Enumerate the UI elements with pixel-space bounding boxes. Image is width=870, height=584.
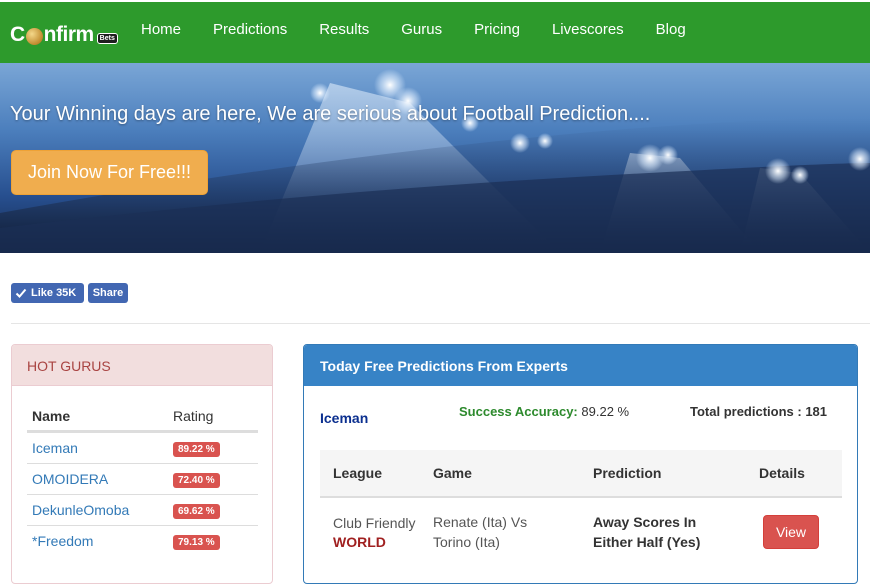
total-predictions: Total predictions : 181 bbox=[690, 404, 828, 419]
accuracy-label: Success Accuracy: bbox=[459, 404, 578, 419]
hero-title: Your Winning days are here, We are serio… bbox=[10, 103, 651, 125]
nav-predictions[interactable]: Predictions bbox=[197, 2, 303, 65]
guru-name-link[interactable]: *Freedom bbox=[27, 533, 173, 549]
rating-badge: 89.22 % bbox=[173, 442, 220, 457]
free-predictions-panel: Today Free Predictions From Experts Icem… bbox=[303, 344, 858, 584]
brand-logo[interactable]: C nfirm Bets bbox=[10, 22, 118, 48]
nav-livescores[interactable]: Livescores bbox=[536, 2, 640, 65]
rating-badge: 69.62 % bbox=[173, 504, 220, 519]
prediction-line-2: Either Half (Yes) bbox=[593, 534, 701, 550]
nav-home[interactable]: Home bbox=[125, 2, 197, 65]
section-divider bbox=[11, 323, 870, 324]
hot-gurus-panel: HOT GURUS Name Rating Iceman 89.22 % OMO… bbox=[11, 344, 273, 584]
hero-banner: Your Winning days are here, We are serio… bbox=[0, 63, 870, 253]
hot-gurus-title: HOT GURUS bbox=[12, 345, 272, 386]
brand-suffix: nfirm bbox=[43, 23, 95, 46]
football-icon bbox=[25, 27, 43, 45]
view-button[interactable]: View bbox=[763, 515, 819, 549]
nav-pricing[interactable]: Pricing bbox=[458, 2, 536, 65]
column-header-league: League bbox=[333, 465, 383, 481]
table-header-row: Name Rating bbox=[27, 401, 258, 432]
nav-gurus[interactable]: Gurus bbox=[385, 2, 458, 65]
success-accuracy: Success Accuracy: 89.22 % bbox=[459, 404, 629, 419]
brand-prefix: C bbox=[10, 23, 25, 46]
table-row: Club Friendly WORLD Renate (Ita) Vs Tori… bbox=[320, 498, 842, 566]
like-count-label: Like 35K bbox=[31, 287, 77, 299]
predictions-title: Today Free Predictions From Experts bbox=[304, 345, 857, 386]
expert-name-link[interactable]: Iceman bbox=[320, 410, 368, 426]
hot-gurus-table: Name Rating Iceman 89.22 % OMOIDERA 72.4… bbox=[27, 401, 258, 556]
top-navbar: C nfirm Bets Home Predictions Results Gu… bbox=[0, 0, 870, 63]
checkmark-icon bbox=[15, 288, 27, 298]
table-row: DekunleOmoba 69.62 % bbox=[27, 494, 258, 525]
game-home-team: Renate (Ita) Vs bbox=[433, 514, 528, 530]
join-now-button[interactable]: Join Now For Free!!! bbox=[11, 150, 208, 195]
rating-badge: 72.40 % bbox=[173, 473, 220, 488]
column-header-name: Name bbox=[32, 407, 71, 424]
nav-blog[interactable]: Blog bbox=[640, 2, 702, 65]
details-cell: View bbox=[759, 515, 842, 549]
table-row: *Freedom 79.13 % bbox=[27, 525, 258, 556]
column-header-rating: Rating bbox=[173, 407, 214, 424]
guru-name-link[interactable]: OMOIDERA bbox=[27, 471, 173, 487]
column-header-details: Details bbox=[759, 465, 805, 481]
guru-name-link[interactable]: Iceman bbox=[27, 440, 173, 456]
league-region: WORLD bbox=[333, 533, 386, 550]
prediction-cell: Away Scores In Either Half (Yes) bbox=[593, 512, 759, 552]
facebook-like-button[interactable]: Like 35K bbox=[11, 283, 84, 303]
table-row: Iceman 89.22 % bbox=[27, 432, 258, 463]
facebook-share-button[interactable]: Share bbox=[88, 283, 128, 303]
brand-tag: Bets bbox=[96, 32, 118, 44]
game-cell: Renate (Ita) Vs Torino (Ita) bbox=[433, 512, 593, 552]
guru-name-link[interactable]: DekunleOmoba bbox=[27, 502, 173, 518]
accuracy-value: 89.22 % bbox=[581, 404, 630, 419]
table-row: OMOIDERA 72.40 % bbox=[27, 463, 258, 494]
column-header-game: Game bbox=[433, 465, 472, 481]
league-cell: Club Friendly WORLD bbox=[320, 515, 433, 550]
league-name: Club Friendly bbox=[333, 514, 416, 531]
nav-results[interactable]: Results bbox=[303, 2, 385, 65]
predictions-table: League Game Prediction Details Club Frie… bbox=[320, 450, 842, 566]
prediction-line-1: Away Scores In bbox=[593, 514, 697, 530]
nav-links: Home Predictions Results Gurus Pricing L… bbox=[125, 2, 702, 65]
rating-badge: 79.13 % bbox=[173, 535, 220, 550]
game-away-team: Torino (Ita) bbox=[433, 534, 500, 550]
table-header-row: League Game Prediction Details bbox=[320, 450, 842, 498]
column-header-prediction: Prediction bbox=[593, 465, 662, 481]
